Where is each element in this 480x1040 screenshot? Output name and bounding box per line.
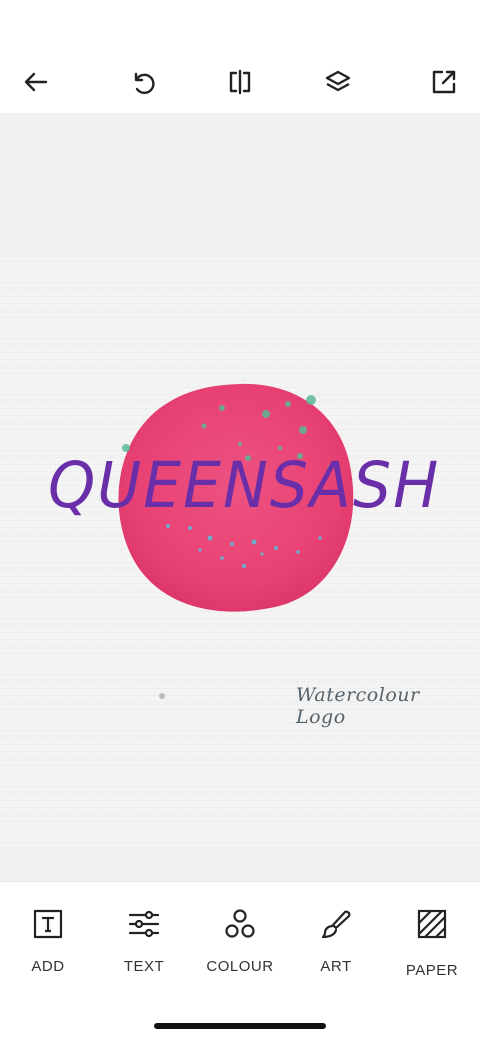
- bottom-toolbar: ADD TEXT COLOUR ART PAPER: [0, 881, 480, 1040]
- logo-title-text[interactable]: QUEENSASH: [48, 455, 438, 518]
- layers-icon: [324, 68, 352, 101]
- layers-button[interactable]: [320, 66, 356, 102]
- watercolour-blot: [118, 383, 354, 699]
- circles-icon: [220, 904, 260, 944]
- undo-icon: [128, 68, 156, 101]
- colour-tool-button[interactable]: COLOUR: [192, 904, 288, 994]
- text-tool-button[interactable]: TEXT: [96, 904, 192, 994]
- paper-tool-button[interactable]: PAPER: [384, 904, 480, 994]
- undo-button[interactable]: [124, 66, 160, 102]
- design-artboard[interactable]: QUEENSASH Watercolour Logo: [0, 258, 480, 850]
- brush-icon: [316, 904, 356, 944]
- home-indicator[interactable]: [154, 1023, 326, 1029]
- paper-hatch-icon: [412, 904, 452, 944]
- flip-button[interactable]: [222, 66, 258, 102]
- paper-tool-label: PAPER: [405, 962, 459, 979]
- art-tool-label: ART: [320, 958, 352, 975]
- back-button[interactable]: [18, 66, 54, 102]
- art-tool-button[interactable]: ART: [288, 904, 384, 994]
- flip-icon: [226, 68, 254, 101]
- add-tool-label: ADD: [31, 958, 65, 975]
- back-arrow-icon: [22, 68, 50, 101]
- add-text-box-icon: [28, 904, 68, 944]
- text-tool-label: TEXT: [123, 958, 165, 975]
- share-export-icon: [430, 68, 458, 101]
- sliders-icon: [124, 904, 164, 944]
- add-tool-button[interactable]: ADD: [0, 904, 96, 994]
- export-button[interactable]: [426, 66, 462, 102]
- colour-tool-label: COLOUR: [206, 958, 274, 975]
- top-toolbar: [0, 0, 480, 114]
- canvas-workspace: QUEENSASH Watercolour Logo: [0, 113, 480, 881]
- logo-subtitle-text[interactable]: Watercolour Logo: [296, 684, 466, 728]
